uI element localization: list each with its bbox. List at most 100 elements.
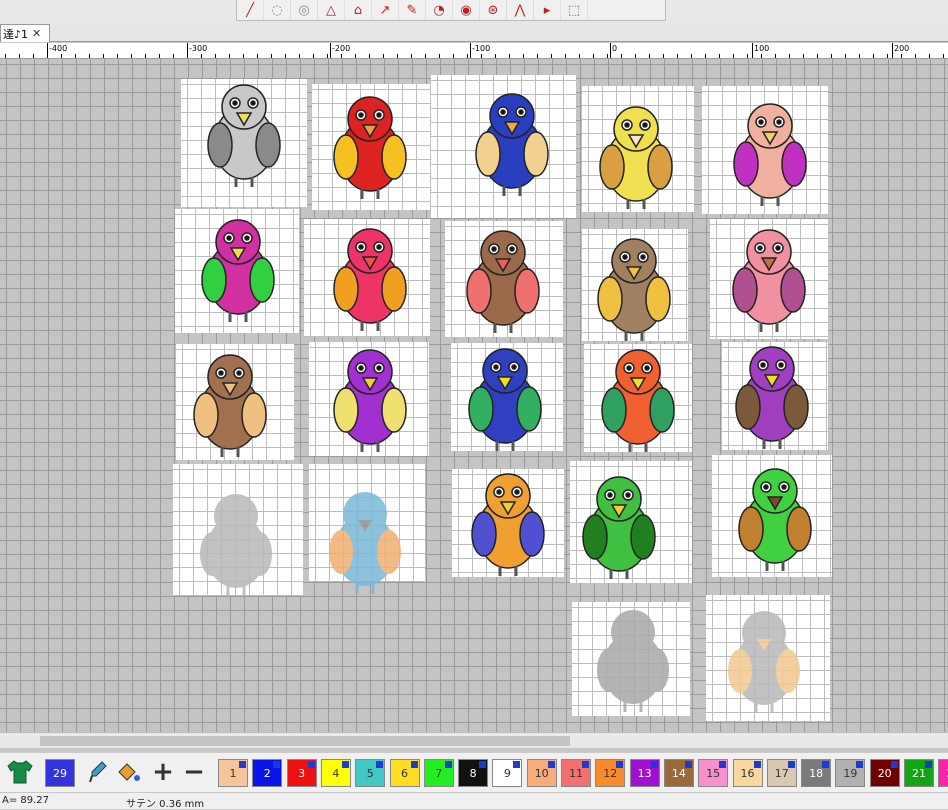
flag-tool-icon[interactable]: ▸ bbox=[534, 0, 561, 20]
thread-swatch[interactable]: 12 bbox=[595, 759, 626, 787]
thread-swatch[interactable]: 8 bbox=[458, 759, 489, 787]
swatch-marker bbox=[822, 761, 830, 768]
thread-swatch[interactable]: 9 bbox=[492, 759, 523, 787]
node-edit-icon[interactable]: ⌂ bbox=[345, 0, 372, 20]
swatch-number: 4 bbox=[332, 766, 340, 780]
thread-swatch[interactable]: 2 bbox=[252, 759, 283, 787]
embroidery-design[interactable] bbox=[181, 482, 291, 602]
ruler-tick bbox=[761, 54, 762, 58]
embroidery-design[interactable] bbox=[714, 218, 824, 338]
embroidery-design[interactable] bbox=[564, 465, 674, 585]
thread-swatch[interactable]: 21 bbox=[904, 759, 934, 787]
hoop-tool-2-icon[interactable]: ◎ bbox=[291, 0, 318, 20]
thread-swatch[interactable]: 14 bbox=[663, 759, 694, 787]
thread-swatch[interactable]: 16 bbox=[732, 759, 763, 787]
embroidery-design[interactable] bbox=[175, 343, 285, 463]
current-color-swatch[interactable]: 29 bbox=[45, 759, 75, 787]
circle-outline-icon[interactable]: ⊛ bbox=[480, 0, 507, 20]
embroidery-design[interactable] bbox=[717, 335, 827, 455]
arc-tool-icon[interactable]: ◔ bbox=[426, 0, 453, 20]
path-tool-icon[interactable]: ⋀ bbox=[507, 0, 534, 20]
embroidery-design[interactable] bbox=[581, 95, 691, 215]
embroidery-design[interactable] bbox=[715, 92, 825, 212]
ruler-tick bbox=[523, 54, 524, 58]
close-icon[interactable]: ✕ bbox=[32, 27, 41, 40]
embroidery-design[interactable] bbox=[189, 73, 299, 193]
thread-swatch[interactable]: 5 bbox=[355, 759, 386, 787]
embroidery-design[interactable] bbox=[315, 85, 425, 205]
ruler-label: 100 bbox=[754, 44, 770, 53]
embroidery-design[interactable] bbox=[448, 219, 558, 339]
swatch-number: 1 bbox=[229, 766, 237, 780]
tool-palette: ╱ ◌ ◎ △ ⌂ ↗ ✎ ◔ ◉ ⊛ ⋀ ▸ ⬚ bbox=[236, 0, 666, 21]
thread-swatch[interactable]: 17 bbox=[766, 759, 797, 787]
ruler-tick bbox=[747, 54, 748, 58]
embroidery-design[interactable] bbox=[453, 462, 563, 582]
embroidery-design[interactable] bbox=[310, 480, 420, 600]
toolbar: ╱ ◌ ◎ △ ⌂ ↗ ✎ ◔ ◉ ⊛ ⋀ ▸ ⬚ bbox=[0, 0, 948, 22]
swatch-number: 2 bbox=[263, 766, 271, 780]
circle-fill-icon[interactable]: ◉ bbox=[453, 0, 480, 20]
thread-swatch[interactable]: 1 bbox=[218, 759, 248, 787]
select-tool-icon[interactable]: ⬚ bbox=[561, 0, 588, 20]
polygon-tool-icon[interactable]: △ bbox=[318, 0, 345, 20]
thread-swatch[interactable]: 11 bbox=[561, 759, 591, 787]
document-tab[interactable]: 達♪1 ✕ bbox=[0, 24, 50, 42]
ruler-tick bbox=[579, 54, 580, 58]
embroidery-design[interactable] bbox=[709, 599, 819, 719]
embroidery-design[interactable] bbox=[450, 337, 560, 457]
thread-swatch[interactable]: 18 bbox=[801, 759, 832, 787]
swatch-marker bbox=[307, 761, 315, 768]
current-color-number: 29 bbox=[53, 766, 67, 780]
shirt-icon[interactable] bbox=[2, 758, 38, 786]
thread-swatch[interactable]: 22 bbox=[938, 759, 948, 787]
embroidery-design[interactable] bbox=[457, 82, 567, 202]
embroidery-design[interactable] bbox=[183, 208, 293, 328]
embroidery-design[interactable] bbox=[583, 338, 693, 458]
ruler-tick bbox=[131, 54, 132, 58]
ruler-tick bbox=[705, 54, 706, 58]
thread-swatch[interactable]: 4 bbox=[320, 759, 351, 787]
line-tool-icon[interactable]: ╱ bbox=[237, 0, 264, 20]
swatch-number: 21 bbox=[912, 766, 926, 780]
thread-swatch[interactable]: 7 bbox=[423, 759, 454, 787]
swatch-number: 10 bbox=[534, 766, 549, 780]
thread-swatch[interactable]: 13 bbox=[629, 759, 660, 787]
scrollbar-thumb[interactable] bbox=[40, 736, 570, 746]
ruler-label: -400 bbox=[49, 44, 68, 53]
eyedropper-icon[interactable] bbox=[86, 758, 110, 786]
embroidery-design[interactable] bbox=[578, 598, 688, 718]
swatch-marker bbox=[787, 761, 795, 768]
paint-bucket-icon[interactable] bbox=[114, 758, 142, 786]
ruler-tick bbox=[733, 54, 734, 58]
embroidery-design[interactable] bbox=[579, 227, 689, 347]
swatch-number: 20 bbox=[877, 766, 892, 780]
hoop-tool-icon[interactable]: ◌ bbox=[264, 0, 291, 20]
ruler-tick bbox=[509, 54, 510, 58]
ruler-label: -100 bbox=[472, 44, 491, 53]
ruler-label: -300 bbox=[189, 44, 208, 53]
thread-palette-bar: 29 + − 1 2 3 4 5 6 7 8 9 10 11 12 13 14 15 16 17 18 19 20 21… bbox=[0, 752, 948, 792]
ruler-tick bbox=[915, 54, 916, 58]
embroidery-design[interactable] bbox=[720, 457, 830, 577]
swatch-number: 14 bbox=[671, 766, 686, 780]
ruler-tick bbox=[229, 54, 230, 58]
add-color-icon[interactable]: + bbox=[149, 757, 177, 787]
thread-swatch[interactable]: 20 bbox=[869, 759, 900, 787]
thread-swatch[interactable]: 3 bbox=[286, 759, 317, 787]
thread-swatch[interactable]: 6 bbox=[389, 759, 420, 787]
swatch-marker bbox=[684, 761, 692, 768]
embroidery-design[interactable] bbox=[315, 338, 425, 458]
pen-tool-icon[interactable]: ✎ bbox=[399, 0, 426, 20]
ruler-tick bbox=[663, 54, 664, 58]
thread-swatch[interactable]: 19 bbox=[835, 759, 866, 787]
thread-swatch[interactable]: 15 bbox=[698, 759, 729, 787]
thread-swatch[interactable]: 10 bbox=[526, 759, 557, 787]
ruler-major-tick bbox=[470, 43, 471, 58]
curve-tool-icon[interactable]: ↗ bbox=[372, 0, 399, 20]
horizontal-scrollbar[interactable] bbox=[0, 732, 948, 748]
embroidery-design[interactable] bbox=[315, 217, 425, 337]
design-canvas[interactable]: + bbox=[0, 59, 948, 732]
ruler-tick bbox=[677, 54, 678, 58]
remove-color-icon[interactable]: − bbox=[180, 757, 208, 787]
